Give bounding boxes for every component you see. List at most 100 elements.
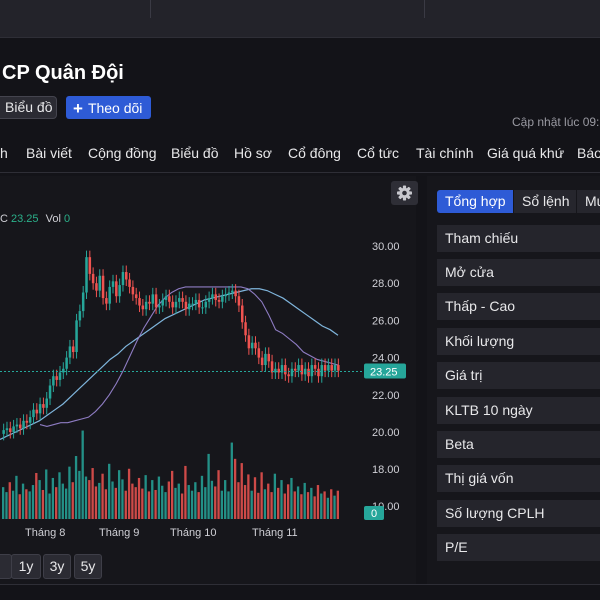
volume-bar	[257, 492, 260, 519]
candle-body	[214, 294, 217, 300]
volume-bar	[48, 493, 51, 519]
candle-body	[254, 342, 257, 349]
candle-body	[75, 320, 78, 353]
volume-bar	[217, 470, 220, 519]
moving-average-long	[0, 288, 339, 440]
candle-body	[58, 372, 62, 380]
volume-bar	[197, 492, 200, 519]
tab-price-level[interactable]: Mứ	[577, 190, 600, 213]
volume-bar	[333, 495, 336, 519]
volume-bar	[134, 487, 137, 519]
volume-bar	[51, 477, 55, 519]
tab-overview[interactable]: h	[0, 145, 8, 161]
candle-body	[168, 296, 171, 302]
candle-body	[32, 409, 35, 418]
candle-body	[118, 285, 121, 297]
volume-bar	[296, 486, 300, 519]
volume-bar	[316, 485, 320, 519]
price-chart[interactable]: 30.0028.0026.0024.0022.0020.0018.0010.00…	[0, 176, 416, 584]
tab-shareholders[interactable]: Cổ đông	[288, 145, 341, 161]
volume-bar	[204, 487, 207, 519]
tab-chart[interactable]: Biểu đồ	[171, 145, 218, 161]
volume-bar	[11, 490, 15, 519]
volume-bar	[157, 476, 161, 519]
candle-body	[68, 346, 72, 358]
candle-body	[125, 272, 128, 280]
candle-body	[88, 257, 92, 274]
tab-posts[interactable]: Bài viết	[26, 145, 72, 161]
candle-body	[320, 365, 324, 377]
volume-bar	[58, 472, 61, 519]
volume-bar	[124, 490, 127, 519]
volume-bar	[94, 486, 98, 519]
candle-body	[161, 299, 164, 306]
x-tick-label: Tháng 8	[25, 527, 65, 539]
tab-profile[interactable]: Hồ sơ	[234, 145, 272, 161]
candle-body	[290, 368, 294, 377]
volume-bar	[41, 489, 45, 519]
candle-body	[45, 398, 48, 408]
volume-bar	[283, 493, 286, 519]
candle-body	[85, 257, 88, 293]
candle-body	[297, 365, 300, 371]
volume-bar	[18, 494, 21, 519]
candle-body	[78, 311, 82, 321]
volume-bar	[117, 470, 121, 519]
volume-bar	[210, 480, 214, 519]
volume-bar	[243, 485, 247, 519]
candle-body	[313, 365, 317, 369]
volume-bar	[104, 489, 108, 519]
volume-bar	[84, 476, 88, 519]
volume-bar	[68, 466, 71, 519]
tab-financials[interactable]: Tài chính	[416, 145, 474, 161]
volume-bar	[286, 484, 290, 519]
volume-bar	[227, 491, 230, 519]
range-button-1y[interactable]: 1y	[11, 554, 41, 579]
summary-row-low-high: Thấp - Cao	[437, 293, 600, 320]
candle-body	[141, 305, 145, 310]
candle-body	[247, 335, 251, 349]
chart-button[interactable]: Biểu đồ	[0, 96, 57, 119]
volume-bar	[290, 477, 293, 519]
volume-bar	[31, 485, 35, 519]
candle-body	[178, 298, 181, 302]
range-button-5y[interactable]: 5y	[74, 554, 102, 579]
tab-dividends[interactable]: Cổ tức	[357, 145, 399, 161]
candle-body	[2, 430, 5, 434]
tab-reports[interactable]: Báo	[577, 145, 600, 161]
volume-bar	[137, 477, 141, 519]
volume-bar	[71, 482, 74, 519]
tab-order-book[interactable]: Sổ lệnh	[514, 190, 576, 213]
range-button-3y[interactable]: 3y	[43, 554, 71, 579]
x-tick-label: Tháng 10	[170, 527, 216, 539]
volume-bar	[91, 468, 94, 519]
volume-bar	[98, 482, 101, 519]
volume-bar	[233, 458, 237, 519]
tab-historical-prices[interactable]: Giá quá khứ	[487, 145, 564, 161]
summary-row-open: Mở cửa	[437, 259, 600, 286]
candle-body	[174, 301, 178, 308]
volume-bar	[207, 453, 210, 519]
follow-button[interactable]: + Theo dõi	[66, 96, 151, 119]
volume-bar	[38, 480, 41, 519]
volume-bar	[2, 487, 5, 519]
volume-bar	[111, 481, 114, 519]
volume-bar	[300, 494, 303, 519]
candle-body	[337, 365, 340, 371]
divider	[150, 0, 151, 18]
candle-body	[164, 296, 168, 300]
volume-bar	[280, 480, 283, 519]
volume-bar	[8, 482, 11, 519]
candle-body	[65, 357, 68, 369]
chart-settings-button[interactable]	[391, 181, 418, 205]
nav-tabs: h Bài viết Cộng đồng Biểu đồ Hồ sơ Cổ đô…	[0, 139, 600, 173]
volume-bar	[108, 463, 111, 519]
candle-body	[201, 307, 204, 309]
candle-body	[38, 404, 42, 414]
divider	[424, 0, 425, 18]
tab-community[interactable]: Cộng đồng	[88, 145, 157, 161]
candle-body	[191, 303, 194, 305]
summary-row-beta: Beta	[437, 431, 600, 458]
candle-body	[35, 409, 39, 414]
tab-summary[interactable]: Tổng hợp	[437, 190, 513, 213]
